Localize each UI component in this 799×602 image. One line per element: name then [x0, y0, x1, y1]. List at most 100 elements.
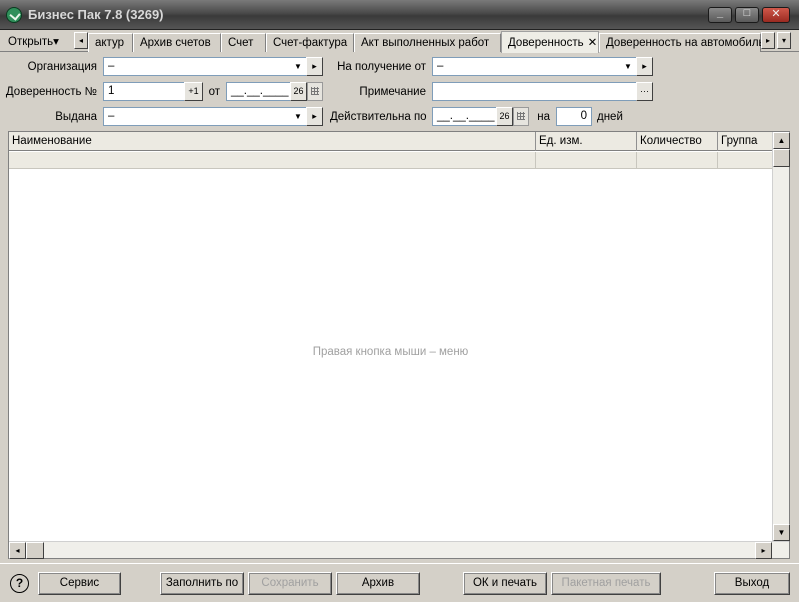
- bottom-button-bar: ? Сервис Заполнить по Сохранить Архив ОК…: [0, 563, 799, 602]
- receive-from-open-button[interactable]: ▸: [636, 57, 653, 76]
- dropdown-arrow-icon: ▼: [294, 62, 302, 71]
- column-header-unit[interactable]: Ед. изм.: [536, 132, 637, 151]
- close-tab-icon[interactable]: ✕: [588, 37, 598, 49]
- dropdown-arrow-icon: ▼: [624, 62, 632, 71]
- ok-and-print-button[interactable]: ОК и печать: [463, 572, 547, 595]
- table-cell[interactable]: [536, 152, 637, 169]
- scroll-left-button[interactable]: ◂: [9, 542, 26, 559]
- scroll-right-button[interactable]: ▸: [755, 542, 772, 559]
- exit-button[interactable]: Выход: [714, 572, 790, 595]
- arrow-right-icon: ▸: [312, 61, 317, 71]
- column-header-group[interactable]: Группа: [718, 132, 772, 151]
- arrow-right-icon: ▸: [642, 61, 647, 71]
- tab-invoice-partial[interactable]: актур: [88, 33, 133, 52]
- dropdown-arrow-icon: ▼: [294, 112, 302, 121]
- vertical-scrollbar[interactable]: ▲ ▼: [772, 132, 790, 541]
- help-icon[interactable]: ?: [10, 574, 29, 593]
- app-logo-icon: [6, 7, 22, 23]
- organization-input[interactable]: –: [103, 57, 292, 76]
- tab-act-of-work[interactable]: Акт выполненных работ: [354, 33, 501, 52]
- column-header-quantity[interactable]: Количество: [637, 132, 718, 151]
- maximize-button[interactable]: □: [735, 7, 759, 23]
- days-input[interactable]: 0: [556, 107, 592, 126]
- issued-to-open-button[interactable]: ▸: [306, 107, 323, 126]
- open-menu-button[interactable]: Открыть▾: [4, 32, 63, 50]
- fill-by-button[interactable]: Заполнить по: [160, 572, 244, 595]
- calendar-icon[interactable]: [307, 82, 323, 101]
- calendar-icon[interactable]: [513, 107, 529, 126]
- horizontal-scroll-thumb[interactable]: [26, 542, 44, 559]
- minimize-icon: _: [716, 7, 724, 19]
- close-window-button[interactable]: ✕: [762, 7, 790, 23]
- tab-label: Счет: [228, 37, 254, 49]
- issued-to-input[interactable]: –: [103, 107, 292, 126]
- organization-label: Организация: [27, 61, 97, 73]
- arrow-left-icon: ◂: [15, 546, 20, 555]
- days-label: дней: [597, 111, 623, 123]
- tab-label: актур: [95, 37, 124, 49]
- tabs-scroll-left-button[interactable]: ◂: [74, 32, 88, 49]
- issued-to-label: Выдана: [55, 111, 97, 123]
- grid-header: Наименование Ед. изм. Количество Группа: [9, 132, 772, 151]
- note-label: Примечание: [359, 86, 426, 98]
- service-button[interactable]: Сервис: [38, 572, 121, 595]
- receive-from-input[interactable]: –: [432, 57, 622, 76]
- receive-from-dropdown[interactable]: ▼: [620, 57, 636, 76]
- tab-power-of-attorney[interactable]: Доверенность ✕: [501, 31, 599, 53]
- archive-button[interactable]: Архив: [336, 572, 420, 595]
- chevron-left-icon: ◂: [78, 36, 83, 45]
- tab-bar: Открыть▾ ◂ актур Архив счетов Счет Счет-…: [0, 30, 799, 53]
- tab-invoice[interactable]: Счет: [221, 33, 266, 52]
- organization-open-button[interactable]: ▸: [306, 57, 323, 76]
- arrow-right-icon: ▸: [761, 546, 766, 555]
- tab-vehicle-power-of-attorney[interactable]: Доверенность на автомобиль: [599, 33, 765, 52]
- arrow-right-icon: ▸: [312, 111, 317, 121]
- table-row[interactable]: [9, 152, 772, 169]
- valid-until-date-input[interactable]: __.__.____: [432, 107, 498, 126]
- tab-label: Доверенность: [508, 37, 584, 49]
- arrow-down-icon: ▼: [777, 528, 786, 537]
- increment-number-button[interactable]: +1: [184, 82, 203, 101]
- chevron-down-icon: ▾: [781, 36, 786, 45]
- note-more-button[interactable]: ···: [636, 82, 653, 101]
- tab-label: Счет-фактура: [273, 37, 348, 49]
- tab-invoice-archive[interactable]: Архив счетов: [133, 33, 221, 52]
- maximize-icon: □: [743, 7, 751, 19]
- issued-to-dropdown[interactable]: ▼: [290, 107, 306, 126]
- tabs-scroll-right-button[interactable]: ▸: [761, 32, 775, 49]
- window-title: Бизнес Пак 7.8 (3269): [28, 7, 164, 22]
- title-bar: Бизнес Пак 7.8 (3269) _ □ ✕: [0, 0, 799, 30]
- column-header-name[interactable]: Наименование: [9, 132, 536, 151]
- tab-label: Доверенность на автомобиль: [606, 37, 765, 49]
- open-menu-label: Открыть: [8, 36, 54, 48]
- organization-dropdown[interactable]: ▼: [290, 57, 306, 76]
- poa-number-label: Доверенность №: [5, 86, 97, 98]
- tabs-list-button[interactable]: ▾: [777, 32, 791, 49]
- valid-until-today-button[interactable]: 26: [496, 107, 513, 126]
- from-date-label: от: [208, 86, 220, 98]
- receive-from-label: На получение от: [337, 61, 426, 73]
- poa-date-today-button[interactable]: 26: [290, 82, 307, 101]
- minimize-button[interactable]: _: [708, 7, 732, 23]
- scroll-up-button[interactable]: ▲: [773, 132, 790, 149]
- note-input[interactable]: [432, 82, 638, 101]
- table-cell[interactable]: [9, 152, 536, 169]
- tab-tax-invoice[interactable]: Счет-фактура: [266, 33, 354, 52]
- empty-grid-hint: Правая кнопка мыши – меню: [312, 346, 469, 358]
- items-grid[interactable]: Наименование Ед. изм. Количество Группа …: [8, 131, 790, 559]
- poa-date-input[interactable]: __.__.____: [226, 82, 292, 101]
- chevron-right-icon: ▸: [765, 36, 770, 45]
- chevron-down-icon: ▾: [53, 36, 59, 48]
- scroll-down-button[interactable]: ▼: [773, 524, 790, 541]
- valid-until-label: Действительна по: [330, 111, 427, 123]
- vertical-scroll-thumb[interactable]: [773, 149, 790, 167]
- close-icon: ✕: [771, 8, 781, 20]
- horizontal-scrollbar[interactable]: ◂ ▸: [9, 541, 789, 559]
- on-label: на: [537, 111, 550, 123]
- arrow-up-icon: ▲: [777, 136, 786, 145]
- save-button[interactable]: Сохранить: [248, 572, 332, 595]
- poa-number-input[interactable]: 1: [103, 82, 185, 101]
- batch-print-button[interactable]: Пакетная печать: [551, 572, 661, 595]
- table-cell[interactable]: [637, 152, 718, 169]
- tab-label: Акт выполненных работ: [361, 37, 490, 49]
